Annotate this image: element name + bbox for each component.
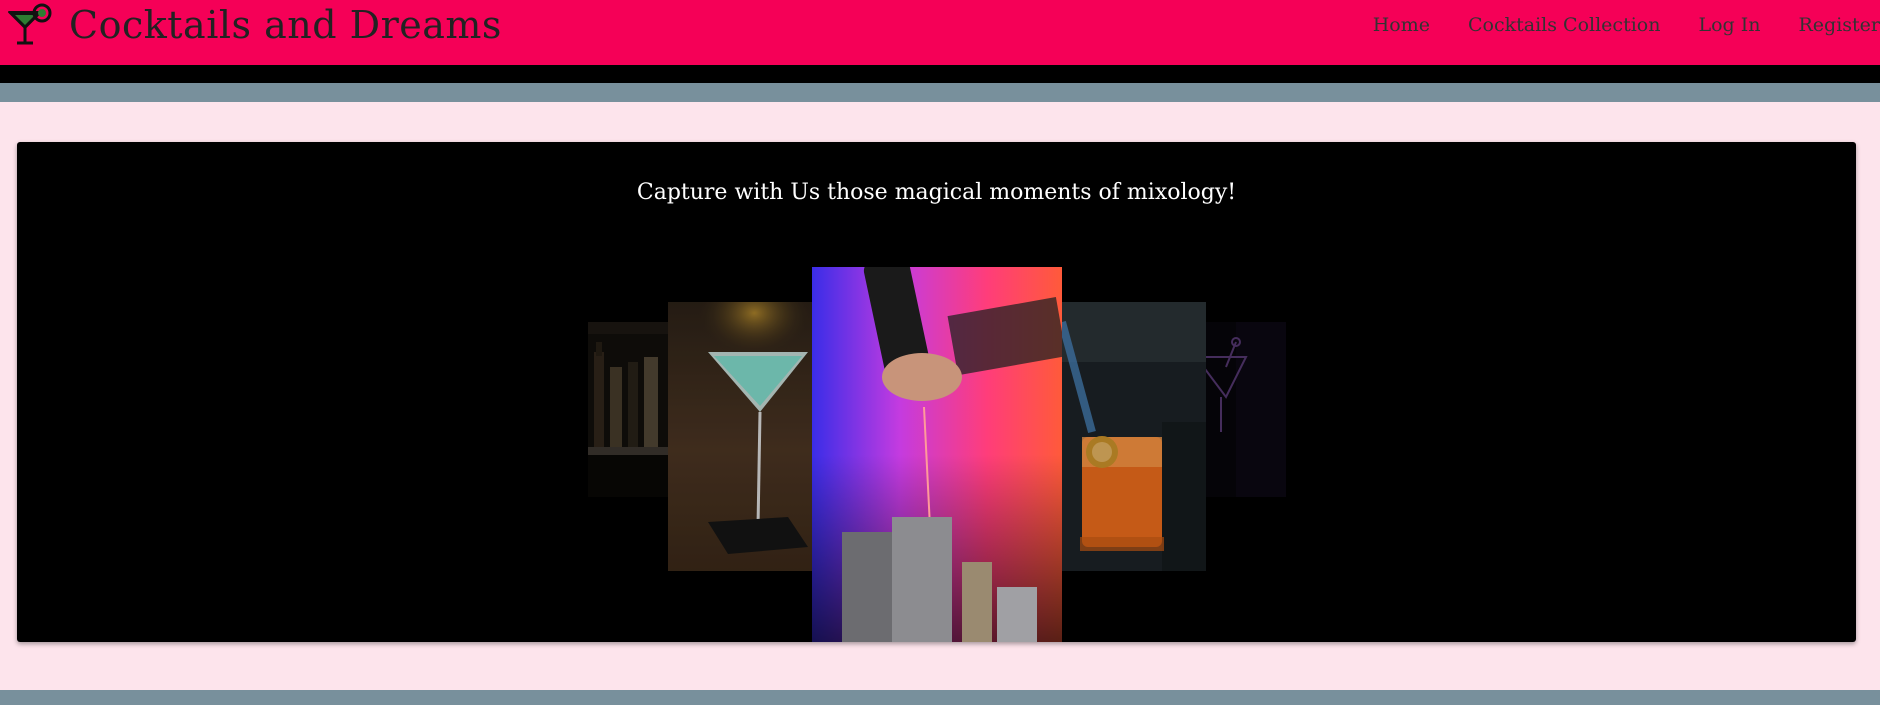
carousel-slide-bartender-pouring[interactable] <box>812 267 1062 642</box>
footer-accent-bar <box>0 690 1880 705</box>
carousel-slide-bar-shelf[interactable] <box>588 322 668 497</box>
nav-home-link[interactable]: Home <box>1373 14 1430 36</box>
hero-card: Capture with Us those magical moments of… <box>17 142 1856 642</box>
carousel-slide-neon-sign[interactable] <box>1206 322 1286 497</box>
brand-title: Cocktails and Dreams <box>69 3 502 47</box>
top-navbar: Cocktails and Dreams Home Cocktails Coll… <box>0 0 1880 65</box>
header-accent-bar <box>0 83 1880 102</box>
carousel-slide-green-martini[interactable] <box>668 302 812 571</box>
carousel-slide-orange-cocktail[interactable] <box>1062 302 1206 571</box>
cocktail-glass-icon <box>6 1 54 49</box>
nav-register-link[interactable]: Register <box>1798 14 1880 36</box>
hero-tagline: Capture with Us those magical moments of… <box>636 180 1237 205</box>
brand[interactable]: Cocktails and Dreams <box>6 0 502 50</box>
nav-cocktails-collection-link[interactable]: Cocktails Collection <box>1468 14 1660 36</box>
main-nav: Home Cocktails Collection Log In Registe… <box>1373 0 1880 50</box>
header-divider <box>0 65 1880 83</box>
nav-log-in-link[interactable]: Log In <box>1698 14 1760 36</box>
